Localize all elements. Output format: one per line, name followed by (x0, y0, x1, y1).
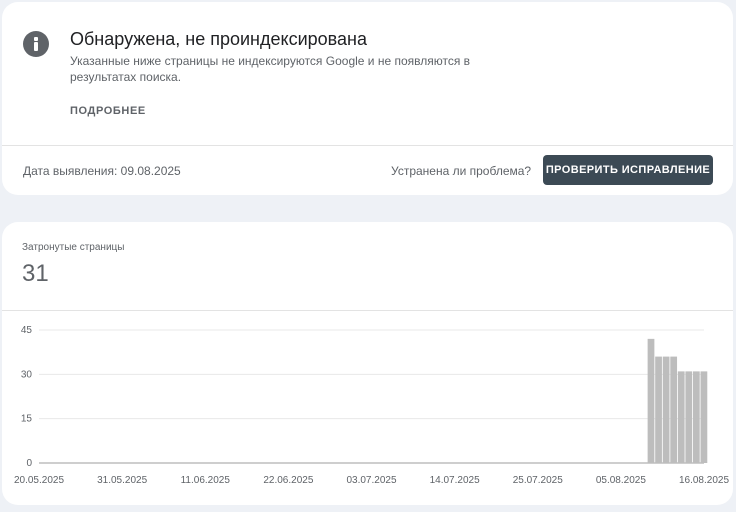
info-icon (23, 31, 49, 57)
x-tick-label: 14.07.2025 (430, 475, 480, 486)
x-tick-label: 11.06.2025 (181, 475, 231, 486)
x-tick-label: 25.07.2025 (513, 475, 563, 486)
chart-bar (685, 371, 693, 463)
divider (2, 145, 733, 146)
x-tick-label: 22.06.2025 (263, 475, 313, 486)
y-tick-label: 0 (26, 458, 32, 469)
chart-bar (655, 356, 662, 463)
x-tick-label: 03.07.2025 (346, 475, 396, 486)
chart-bar (647, 338, 655, 463)
x-tick-label: 20.05.2025 (14, 475, 64, 486)
fix-question: Устранена ли проблема? (391, 164, 532, 178)
y-tick-label: 15 (21, 414, 33, 425)
y-tick-label: 45 (21, 325, 33, 336)
y-tick-label: 30 (21, 369, 33, 380)
x-tick-label: 16.08.2025 (679, 475, 729, 486)
chart-bar (692, 371, 700, 463)
chart-bar (662, 356, 670, 463)
validate-fix-button[interactable]: ПРОВЕРИТЬ ИСПРАВЛЕНИЕ (543, 155, 713, 185)
affected-pages-card: Затронутые страницы 31 0 15 30 45 20.05.2025… (2, 222, 733, 505)
chart-bar (670, 356, 678, 463)
issue-description: Указанные ниже страницы не индексируются… (70, 54, 471, 84)
detected-date: Дата выявления: 09.08.2025 (23, 164, 181, 178)
affected-pages-chart: 0 15 30 45 20.05.2025 31.05.2025 11.06.2025 22.… (14, 325, 729, 486)
issue-title: Обнаружена, не проиндексирована (70, 29, 367, 49)
chart-bar (677, 371, 685, 463)
learn-more-link[interactable]: ПОДРОБНЕЕ (70, 105, 146, 117)
issue-card: Обнаружена, не проиндексирована Указанны… (2, 2, 733, 195)
x-tick-label: 31.05.2025 (97, 475, 147, 486)
x-tick-label: 05.08.2025 (596, 475, 646, 486)
chart-bar (700, 371, 708, 463)
